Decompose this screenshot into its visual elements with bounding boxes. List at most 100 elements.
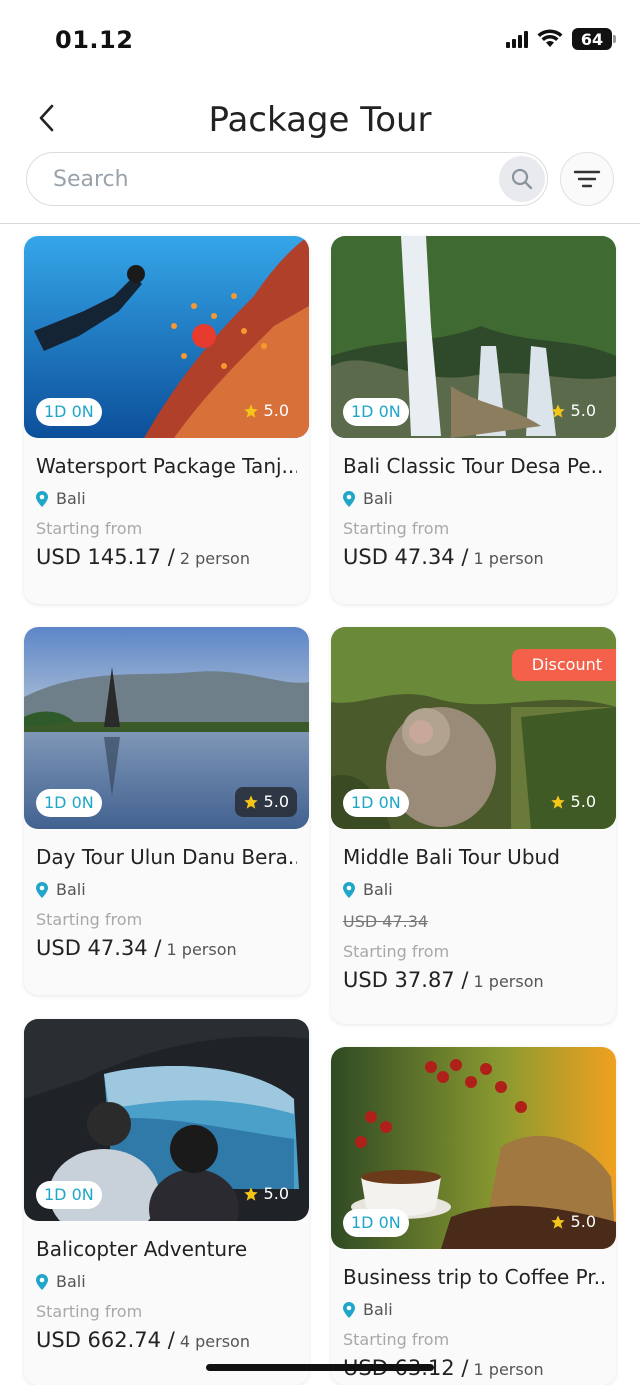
location-label: Bali xyxy=(56,489,86,508)
price: USD 47.34 / xyxy=(343,545,469,569)
per-person: 1 person xyxy=(166,940,237,959)
waterfall-photo: 1D 0N 5.0 xyxy=(331,236,616,438)
rating-value: 5.0 xyxy=(570,1212,596,1231)
underwater-diving-photo: 1D 0N 5.0 xyxy=(24,236,309,438)
tour-title: Middle Bali Tour Ubud xyxy=(343,845,560,869)
monkey-forest-photo: Discount 1D 0N 5.0 xyxy=(331,627,616,829)
location-pin-icon xyxy=(36,491,48,507)
starting-from-label: Starting from xyxy=(36,519,143,538)
rating-badge: 5.0 xyxy=(542,396,604,426)
search-button[interactable] xyxy=(499,156,545,202)
starting-from-label: Starting from xyxy=(343,519,450,538)
rating-value: 5.0 xyxy=(570,401,596,420)
page-title: Package Tour xyxy=(208,100,432,140)
tour-title: Watersport Package Tanj... xyxy=(36,454,297,478)
price-row: USD 145.17 / 2 person xyxy=(36,542,297,574)
price-row: USD 47.34 / 1 person xyxy=(36,933,297,965)
price-row: USD 47.34 / 1 person xyxy=(343,542,604,574)
filter-icon xyxy=(573,170,601,188)
per-person: 1 person xyxy=(473,549,544,568)
price: USD 662.74 / xyxy=(36,1328,175,1352)
starting-from-label: Starting from xyxy=(343,1330,450,1349)
search-input[interactable] xyxy=(53,153,493,205)
per-person: 4 person xyxy=(179,1332,250,1351)
rating-badge: 5.0 xyxy=(542,1207,604,1237)
star-icon xyxy=(550,795,565,809)
cellular-signal-icon xyxy=(506,30,528,48)
filter-button[interactable] xyxy=(560,152,614,206)
per-person: 1 person xyxy=(473,1360,544,1379)
price: USD 37.87 / xyxy=(343,968,469,992)
wifi-icon xyxy=(537,29,563,49)
rating-badge: 5.0 xyxy=(234,787,297,817)
tour-card[interactable]: 1D 0N 5.0 Day Tour Ulun Danu Bera... Bal… xyxy=(24,627,309,995)
tour-card[interactable]: 1D 0N 5.0 Business trip to Coffee Pr... … xyxy=(331,1047,616,1385)
location-pin-icon xyxy=(343,882,355,898)
status-bar: 01.12 64 xyxy=(0,0,640,80)
per-person: 2 person xyxy=(179,549,250,568)
tour-location: Bali xyxy=(343,488,604,510)
lake-temple-photo: 1D 0N 5.0 xyxy=(24,627,309,829)
location-label: Bali xyxy=(56,1272,86,1291)
location-label: Bali xyxy=(363,1300,393,1319)
location-label: Bali xyxy=(363,489,393,508)
rating-badge: 5.0 xyxy=(235,396,297,426)
duration-badge: 1D 0N xyxy=(343,789,409,817)
tour-card[interactable]: 1D 0N 5.0 Bali Classic Tour Desa Pe... B… xyxy=(331,236,616,604)
duration-badge: 1D 0N xyxy=(343,398,409,426)
location-pin-icon xyxy=(36,882,48,898)
rating-value: 5.0 xyxy=(263,792,289,811)
per-person: 1 person xyxy=(473,972,544,991)
duration-badge: 1D 0N xyxy=(36,398,102,426)
original-price: USD 47.34 xyxy=(343,912,429,931)
starting-from-label: Starting from xyxy=(343,942,450,961)
location-pin-icon xyxy=(36,1274,48,1290)
star-icon xyxy=(243,795,258,809)
star-icon xyxy=(550,1215,565,1229)
price: USD 47.34 / xyxy=(36,936,162,960)
duration-badge: 1D 0N xyxy=(36,1181,102,1209)
discount-badge: Discount xyxy=(511,649,616,681)
star-icon xyxy=(550,404,565,418)
coffee-beans-photo: 1D 0N 5.0 xyxy=(331,1047,616,1249)
search-icon xyxy=(511,168,533,190)
location-label: Bali xyxy=(56,880,86,899)
star-icon xyxy=(243,404,258,418)
price-row: USD 662.74 / 4 person xyxy=(36,1325,297,1357)
header: Package Tour xyxy=(0,88,640,152)
tour-card[interactable]: 1D 0N 5.0 Watersport Package Tanj... Bal… xyxy=(24,236,309,604)
tour-card[interactable]: Discount 1D 0N 5.0 Middle Bali Tour Ubud… xyxy=(331,627,616,1024)
starting-from-label: Starting from xyxy=(36,1302,143,1321)
tour-location: Bali xyxy=(36,1271,297,1293)
tour-title: Business trip to Coffee Pr... xyxy=(343,1265,604,1289)
battery-icon: 64 xyxy=(572,28,616,50)
status-icons: 64 xyxy=(506,28,616,50)
tour-location: Bali xyxy=(36,488,297,510)
tour-title: Balicopter Adventure xyxy=(36,1237,248,1261)
location-pin-icon xyxy=(343,1302,355,1318)
helicopter-cockpit-photo: 1D 0N 5.0 xyxy=(24,1019,309,1221)
search-row xyxy=(26,152,614,206)
search-box xyxy=(26,152,548,206)
tour-location: Bali xyxy=(343,1299,604,1321)
rating-value: 5.0 xyxy=(263,1184,289,1203)
tour-title: Day Tour Ulun Danu Bera... xyxy=(36,845,297,869)
rating-badge: 5.0 xyxy=(542,787,604,817)
tour-title: Bali Classic Tour Desa Pe... xyxy=(343,454,604,478)
rating-badge: 5.0 xyxy=(235,1179,297,1209)
location-pin-icon xyxy=(343,491,355,507)
price: USD 145.17 / xyxy=(36,545,175,569)
tour-card[interactable]: 1D 0N 5.0 Balicopter Adventure Bali Star… xyxy=(24,1019,309,1385)
duration-badge: 1D 0N xyxy=(36,789,102,817)
star-icon xyxy=(243,1187,258,1201)
tour-location: Bali xyxy=(343,879,604,901)
rating-value: 5.0 xyxy=(263,401,289,420)
home-indicator xyxy=(206,1364,434,1371)
location-label: Bali xyxy=(363,880,393,899)
price-row: USD 37.87 / 1 person xyxy=(343,965,604,997)
rating-value: 5.0 xyxy=(570,792,596,811)
header-divider xyxy=(0,223,640,224)
starting-from-label: Starting from xyxy=(36,910,143,929)
status-time: 01.12 xyxy=(55,26,134,54)
duration-badge: 1D 0N xyxy=(343,1209,409,1237)
